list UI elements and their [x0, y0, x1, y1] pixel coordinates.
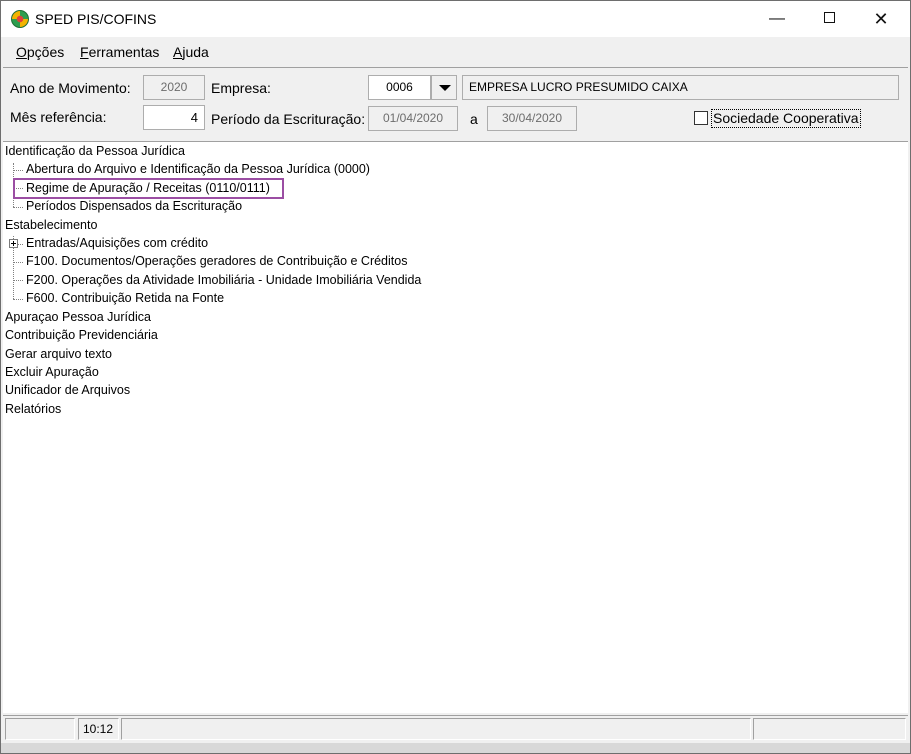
ano-field: 2020 [143, 75, 205, 100]
tree-node-entradas[interactable]: Entradas/Aquisições com crédito [26, 236, 208, 250]
empresa-label: Empresa: [211, 80, 271, 96]
periodo-label: Período da Escrituração: [211, 111, 366, 127]
menu-opcoes[interactable]: Opções [16, 44, 64, 60]
tree-connector [13, 299, 23, 300]
app-logo-icon [11, 10, 29, 28]
sociedade-checkbox[interactable] [694, 111, 708, 125]
tree-node-abertura[interactable]: Abertura do Arquivo e Identificação da P… [26, 162, 370, 176]
tree-node-unificador[interactable]: Unificador de Arquivos [5, 383, 130, 397]
navigation-tree: Identificação da Pessoa Jurídica Abertur… [3, 141, 908, 713]
ano-label: Ano de Movimento: [10, 80, 131, 96]
expand-plus-icon[interactable] [9, 239, 18, 248]
tree-connector [13, 280, 23, 281]
status-pane-1 [5, 718, 75, 740]
tree-node-contribuicao[interactable]: Contribuição Previdenciária [5, 328, 158, 342]
mes-label: Mês referência: [10, 109, 107, 125]
window-bottom-edge [1, 743, 910, 753]
empresa-dropdown-button[interactable] [431, 75, 457, 100]
tree-node-f100[interactable]: F100. Documentos/Operações geradores de … [26, 254, 407, 268]
empresa-code-field[interactable]: 0006 [368, 75, 431, 100]
periodo-fim-field: 30/04/2020 [487, 106, 577, 131]
mes-field[interactable]: 4 [143, 105, 205, 130]
periodo-inicio-field: 01/04/2020 [368, 106, 458, 131]
sociedade-label[interactable]: Sociedade Cooperativa [711, 109, 861, 128]
status-time: 10:12 [78, 718, 119, 740]
empresa-name-field: EMPRESA LUCRO PRESUMIDO CAIXA [462, 75, 899, 100]
menu-ferramentas[interactable]: Ferramentas [80, 44, 159, 60]
tree-node-excluir-apuracao[interactable]: Excluir Apuração [5, 365, 99, 379]
tree-node-relatorios[interactable]: Relatórios [5, 402, 61, 416]
title-bar: SPED PIS/COFINS — ✕ [1, 1, 910, 37]
selection-highlight-box [13, 178, 284, 199]
tree-node-estabelecimento[interactable]: Estabelecimento [5, 218, 97, 232]
tree-node-f200[interactable]: F200. Operações da Atividade Imobiliária… [26, 273, 421, 287]
window-title: SPED PIS/COFINS [35, 11, 157, 27]
maximize-button[interactable] [806, 1, 852, 37]
menu-ajuda[interactable]: Ajuda [173, 44, 209, 60]
status-bar: 10:12 [3, 715, 908, 741]
minimize-button[interactable]: — [754, 1, 800, 37]
tree-node-apuracao[interactable]: Apuraçao Pessoa Jurídica [5, 310, 151, 324]
tree-connector [13, 207, 23, 208]
tree-node-periodos-dispensados[interactable]: Períodos Dispensados da Escrituração [26, 199, 242, 213]
maximize-icon [823, 11, 835, 23]
main-window: SPED PIS/COFINS — ✕ Opções Ferramentas A… [0, 0, 911, 754]
menu-bar: Opções Ferramentas Ajuda [1, 41, 910, 63]
close-button[interactable]: ✕ [858, 1, 904, 37]
tree-node-identificacao[interactable]: Identificação da Pessoa Jurídica [5, 144, 185, 158]
tree-connector [13, 170, 23, 171]
tree-node-f600[interactable]: F600. Contribuição Retida na Fonte [26, 291, 224, 305]
status-pane-message [121, 718, 751, 740]
status-pane-4 [753, 718, 906, 740]
periodo-separator: a [470, 111, 478, 127]
tree-node-gerar-arquivo[interactable]: Gerar arquivo texto [5, 347, 112, 361]
tree-connector [13, 262, 23, 263]
